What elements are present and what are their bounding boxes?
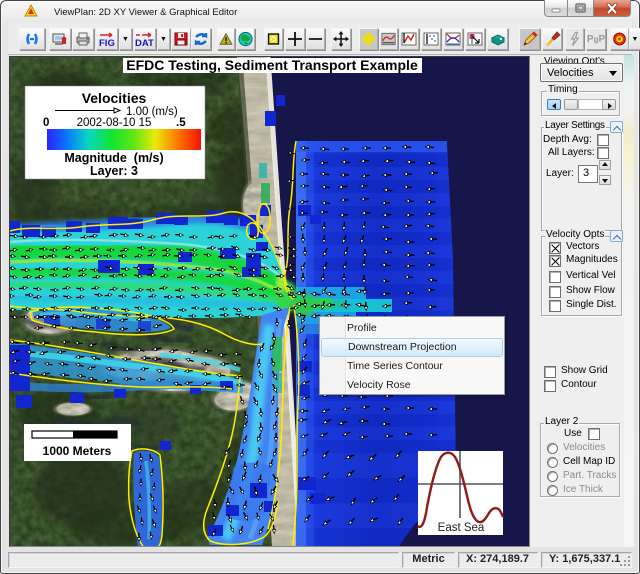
svg-text:FIG: FIG	[99, 38, 115, 49]
svg-text:Layer: 3: Layer: 3	[90, 164, 138, 178]
svg-text:0: 0	[43, 117, 49, 129]
svg-text:EFDC Testing, Sediment Transpo: EFDC Testing, Sediment Transport Example	[126, 57, 418, 73]
svg-text:East Sea: East Sea	[438, 522, 485, 534]
svg-text:DAT: DAT	[135, 38, 154, 49]
svg-text:Velocities: Velocities	[82, 90, 147, 106]
svg-text:1000 Meters: 1000 Meters	[43, 444, 112, 458]
svg-text:2002-08-10 15: 2002-08-10 15	[77, 117, 152, 129]
svg-text:.5: .5	[176, 117, 186, 129]
svg-text:Magnitude (m/s): Magnitude (m/s)	[64, 151, 163, 165]
